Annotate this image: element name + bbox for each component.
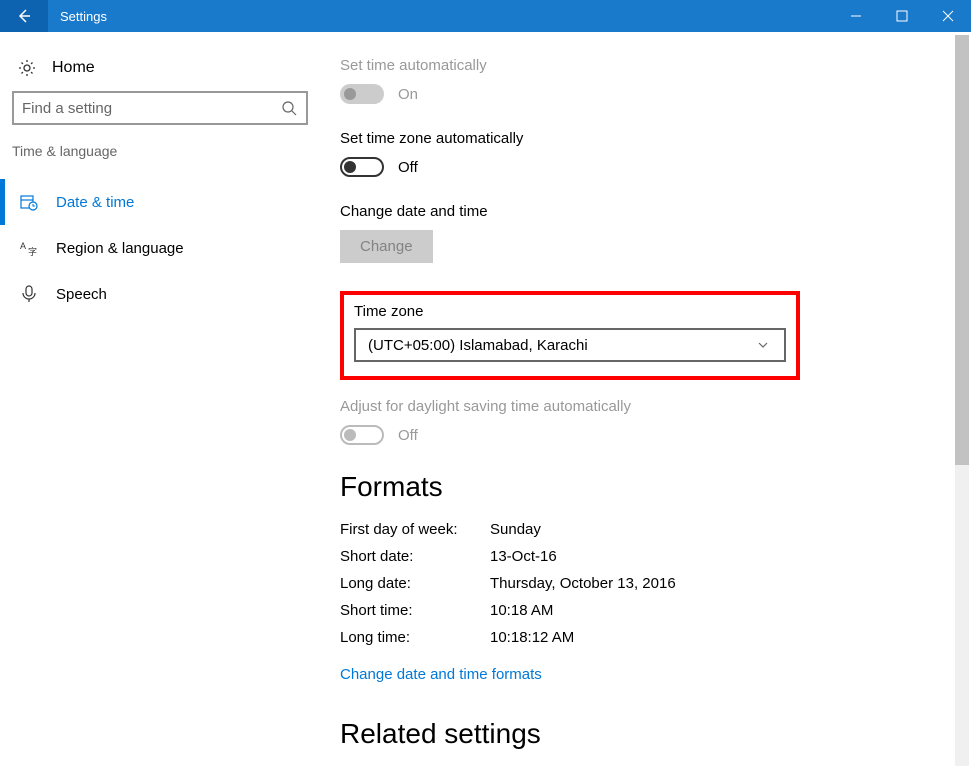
timezone-value: (UTC+05:00) Islamabad, Karachi [368,337,588,354]
arrow-left-icon [15,7,33,25]
minimize-button[interactable] [833,0,879,32]
back-button[interactable] [0,0,48,32]
maximize-button[interactable] [879,0,925,32]
change-button: Change [340,230,433,263]
nav-item-speech[interactable]: Speech [0,271,320,317]
microphone-icon [20,285,38,303]
dst-toggle [340,425,384,445]
search-icon [280,99,298,117]
minimize-icon [850,10,862,22]
set-tz-auto-state: Off [398,159,418,176]
section-label: Time & language [0,143,320,169]
sidebar: Home Find a setting Time & language Date… [0,33,320,768]
timezone-highlight-box: Time zone (UTC+05:00) Islamabad, Karachi [340,291,800,380]
change-formats-link[interactable]: Change date and time formats [340,666,542,683]
close-icon [942,10,954,22]
content-area: Set time automatically On Set time zone … [320,33,971,768]
set-tz-auto-label: Set time zone automatically [340,130,951,147]
change-dt-label: Change date and time [340,203,951,220]
formats-heading: Formats [340,471,951,503]
timezone-dropdown[interactable]: (UTC+05:00) Islamabad, Karachi [354,328,786,362]
svg-text:A: A [20,241,26,251]
dst-state: Off [398,427,418,444]
close-button[interactable] [925,0,971,32]
nav-item-label: Region & language [56,240,184,257]
window-title: Settings [48,9,833,24]
related-heading: Related settings [340,718,951,750]
language-icon: A字 [20,239,38,257]
home-button[interactable]: Home [0,51,320,91]
chevron-down-icon [754,336,772,354]
svg-text:字: 字 [28,246,37,257]
format-row: Short time:10:18 AM [340,602,951,619]
nav-item-date-time[interactable]: Date & time [0,179,320,225]
home-label: Home [52,59,95,77]
format-row: Long time:10:18:12 AM [340,629,951,646]
set-tz-auto-toggle[interactable] [340,157,384,177]
timezone-label: Time zone [354,303,786,320]
format-row: Long date:Thursday, October 13, 2016 [340,575,951,592]
search-input[interactable]: Find a setting [12,91,308,125]
formats-table: First day of week:Sunday Short date:13-O… [340,521,951,646]
gear-icon [18,59,36,77]
search-placeholder: Find a setting [22,100,112,117]
calendar-clock-icon [20,193,38,211]
dst-label: Adjust for daylight saving time automati… [340,398,951,415]
titlebar: Settings [0,0,971,32]
window-controls [833,0,971,32]
scrollbar-thumb[interactable] [955,35,969,465]
set-time-auto-state: On [398,86,418,103]
set-time-auto-label: Set time automatically [340,57,951,74]
nav-item-label: Speech [56,286,107,303]
nav-item-label: Date & time [56,194,134,211]
maximize-icon [896,10,908,22]
format-row: Short date:13-Oct-16 [340,548,951,565]
set-time-auto-toggle [340,84,384,104]
format-row: First day of week:Sunday [340,521,951,538]
nav-item-region-language[interactable]: A字 Region & language [0,225,320,271]
